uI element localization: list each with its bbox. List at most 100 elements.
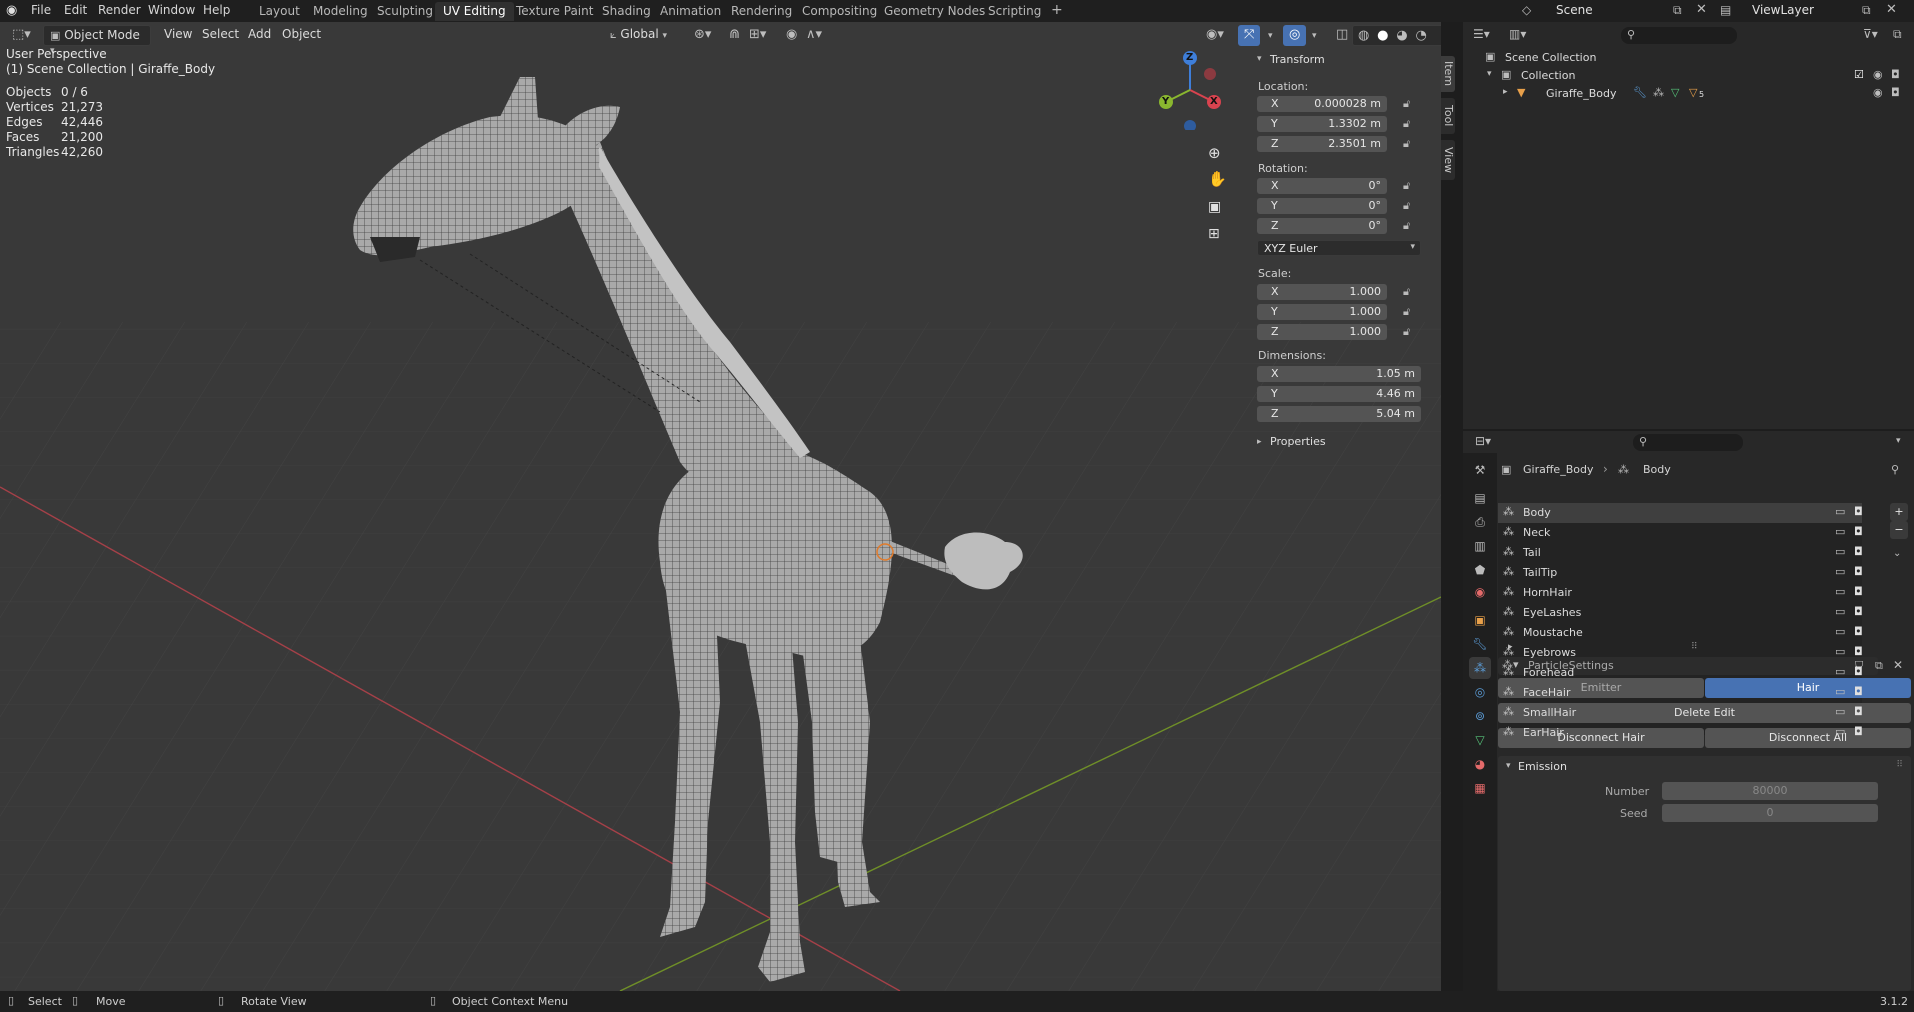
- menu-render[interactable]: Render: [98, 3, 141, 17]
- wireframe-shading-icon[interactable]: ◍: [1358, 29, 1369, 42]
- emission-section-title[interactable]: Emission: [1518, 760, 1567, 773]
- show-viewport-icon[interactable]: ▭: [1835, 645, 1845, 658]
- show-viewport-icon[interactable]: ▭: [1835, 665, 1845, 678]
- show-viewport-icon[interactable]: ▭: [1835, 545, 1845, 558]
- render-camera-icon[interactable]: ◘: [1854, 585, 1863, 598]
- collapse-arrow-icon[interactable]: ▾: [1257, 55, 1262, 64]
- visibility-button[interactable]: ◉▾: [1200, 25, 1230, 46]
- tab-tool[interactable]: Tool: [1441, 98, 1455, 134]
- tool-tab[interactable]: ⚒: [1469, 459, 1491, 481]
- new-scene-icon[interactable]: ⧉: [1673, 4, 1682, 16]
- location-x-field[interactable]: X 0.000028 m: [1257, 96, 1387, 112]
- xray-toggle[interactable]: ◫: [1330, 25, 1354, 46]
- physics-tab[interactable]: ◎: [1469, 681, 1491, 703]
- delete-view-layer-icon[interactable]: ✕: [1886, 3, 1897, 16]
- menu-object[interactable]: Object: [276, 25, 327, 46]
- new-collection-icon[interactable]: ⧉: [1893, 28, 1902, 40]
- area-divider[interactable]: [1456, 22, 1463, 991]
- drag-handle-icon[interactable]: ⠿: [1896, 761, 1903, 770]
- particle-system-row[interactable]: ⁂ EarHair ▭ ◘: [1498, 723, 1863, 743]
- material-shading-icon[interactable]: ◕: [1396, 29, 1407, 42]
- particle-system-row[interactable]: ⁂ Tail ▭ ◘: [1498, 543, 1863, 563]
- outliner-search-input[interactable]: ⚲: [1621, 27, 1737, 44]
- menu-view[interactable]: View: [158, 25, 198, 46]
- render-camera-icon[interactable]: ◘: [1854, 625, 1863, 638]
- dimensions-x-field[interactable]: X 1.05 m: [1257, 366, 1421, 382]
- outliner-row-giraffe-body[interactable]: ▸ ▼ Giraffe_Body 🔧︎ ⁂ ▽ ▽ 5 ◉ ◘: [1463, 85, 1914, 103]
- pivot-point-button[interactable]: ⊛▾: [688, 25, 717, 46]
- rotation-z-field[interactable]: Z 0°: [1257, 218, 1387, 234]
- editor-type-button[interactable]: ⬚▾: [6, 25, 37, 46]
- outliner-row-collection[interactable]: ▾ ▣ Collection ☑ ◉ ◘: [1463, 67, 1914, 85]
- object-tab[interactable]: ▣: [1469, 609, 1491, 631]
- particle-system-row[interactable]: ⁂ SmallHair ▭ ◘: [1498, 703, 1863, 723]
- overlays-toggle[interactable]: ◎: [1283, 25, 1307, 46]
- tab-shading[interactable]: Shading: [594, 2, 659, 21]
- new-settings-icon[interactable]: ⧉: [1875, 660, 1883, 671]
- new-view-layer-icon[interactable]: ⧉: [1862, 4, 1871, 16]
- tab-item[interactable]: Item: [1441, 56, 1455, 92]
- scale-z-field[interactable]: Z 1.000: [1257, 324, 1387, 340]
- rotation-y-field[interactable]: Y 0°: [1257, 198, 1387, 214]
- render-camera-icon[interactable]: ◘: [1854, 685, 1863, 698]
- gizmo-toggle[interactable]: ⤧: [1238, 25, 1261, 46]
- properties-search-input[interactable]: ⚲: [1633, 434, 1743, 451]
- gizmo-dropdown[interactable]: ▾: [1262, 25, 1279, 46]
- rendered-shading-icon[interactable]: ◔: [1416, 29, 1427, 42]
- delete-scene-icon[interactable]: ✕: [1696, 3, 1707, 16]
- lock-icon[interactable]: 🔓︎: [1403, 219, 1410, 233]
- show-viewport-icon[interactable]: ▭: [1835, 585, 1845, 598]
- overlays-dropdown[interactable]: ▾: [1306, 25, 1323, 46]
- lock-icon[interactable]: 🔓︎: [1403, 199, 1410, 213]
- eye-icon[interactable]: ◉: [1873, 87, 1883, 98]
- render-camera-icon[interactable]: ◘: [1854, 525, 1863, 538]
- lock-icon[interactable]: 🔓︎: [1403, 285, 1410, 299]
- outliner-editor-icon[interactable]: ☰▾: [1473, 28, 1490, 40]
- menu-window[interactable]: Window: [148, 3, 195, 17]
- world-tab[interactable]: ◉: [1469, 581, 1491, 603]
- lock-icon[interactable]: 🔓︎: [1403, 97, 1410, 111]
- menu-select[interactable]: Select: [196, 25, 245, 46]
- particle-system-row[interactable]: ⁂ Eyebrows ▭ ◘: [1498, 643, 1863, 663]
- mesh-data-icon[interactable]: ▽: [1671, 87, 1679, 98]
- scene-tab[interactable]: ⬟: [1469, 559, 1491, 581]
- camera-icon[interactable]: ◘: [1891, 87, 1900, 98]
- particle-system-row[interactable]: ⁂ TailTip ▭ ◘: [1498, 563, 1863, 583]
- rotation-x-field[interactable]: X 0°: [1257, 178, 1387, 194]
- dimensions-z-field[interactable]: Z 5.04 m: [1257, 406, 1421, 422]
- lock-icon[interactable]: 🔓︎: [1403, 325, 1410, 339]
- dimensions-y-field[interactable]: Y 4.46 m: [1257, 386, 1421, 402]
- solid-shading-icon[interactable]: ●: [1377, 29, 1388, 42]
- menu-help[interactable]: Help: [203, 3, 230, 17]
- tab-rendering[interactable]: Rendering: [723, 2, 800, 21]
- lock-icon[interactable]: 🔓︎: [1403, 137, 1410, 151]
- tab-sculpting[interactable]: Sculpting: [369, 2, 441, 21]
- properties-section-title[interactable]: Properties: [1270, 435, 1326, 448]
- outliner-row-scene-collection[interactable]: ▣ Scene Collection: [1463, 49, 1914, 67]
- menu-edit[interactable]: Edit: [64, 3, 87, 17]
- transform-orientation-dropdown[interactable]: ⟀ Global ▾: [604, 25, 680, 46]
- tab-layout[interactable]: Layout: [251, 2, 308, 21]
- remove-particle-system-button[interactable]: −: [1890, 521, 1908, 539]
- mode-dropdown[interactable]: ▣ Object Mode ▾: [43, 25, 151, 56]
- wrench-icon[interactable]: 🔧︎: [1633, 87, 1647, 98]
- particles-icon[interactable]: ⁂: [1653, 87, 1664, 98]
- particle-system-row[interactable]: ⁂ Body ▭ ◘: [1498, 503, 1863, 523]
- chevron-right-icon[interactable]: ▸: [1503, 88, 1508, 97]
- blender-logo-icon[interactable]: ◉: [6, 4, 17, 17]
- checkbox-icon[interactable]: ☑: [1854, 69, 1864, 80]
- seed-field[interactable]: 0: [1662, 804, 1878, 822]
- show-viewport-icon[interactable]: ▭: [1835, 525, 1845, 538]
- camera-icon[interactable]: ◘: [1891, 69, 1900, 80]
- add-workspace-button[interactable]: +: [1043, 2, 1071, 21]
- show-viewport-icon[interactable]: ▭: [1835, 505, 1845, 518]
- zoom-icon[interactable]: ⊕: [1208, 146, 1221, 161]
- lock-icon[interactable]: 🔓︎: [1403, 179, 1410, 193]
- render-camera-icon[interactable]: ◘: [1854, 545, 1863, 558]
- camera-icon[interactable]: ▣: [1208, 200, 1221, 214]
- show-viewport-icon[interactable]: ▭: [1835, 725, 1845, 738]
- view-layer-field[interactable]: ViewLayer: [1752, 3, 1852, 17]
- show-viewport-icon[interactable]: ▭: [1835, 705, 1845, 718]
- particle-system-row[interactable]: ⁂ Neck ▭ ◘: [1498, 523, 1863, 543]
- texture-tab[interactable]: ▦: [1469, 777, 1491, 799]
